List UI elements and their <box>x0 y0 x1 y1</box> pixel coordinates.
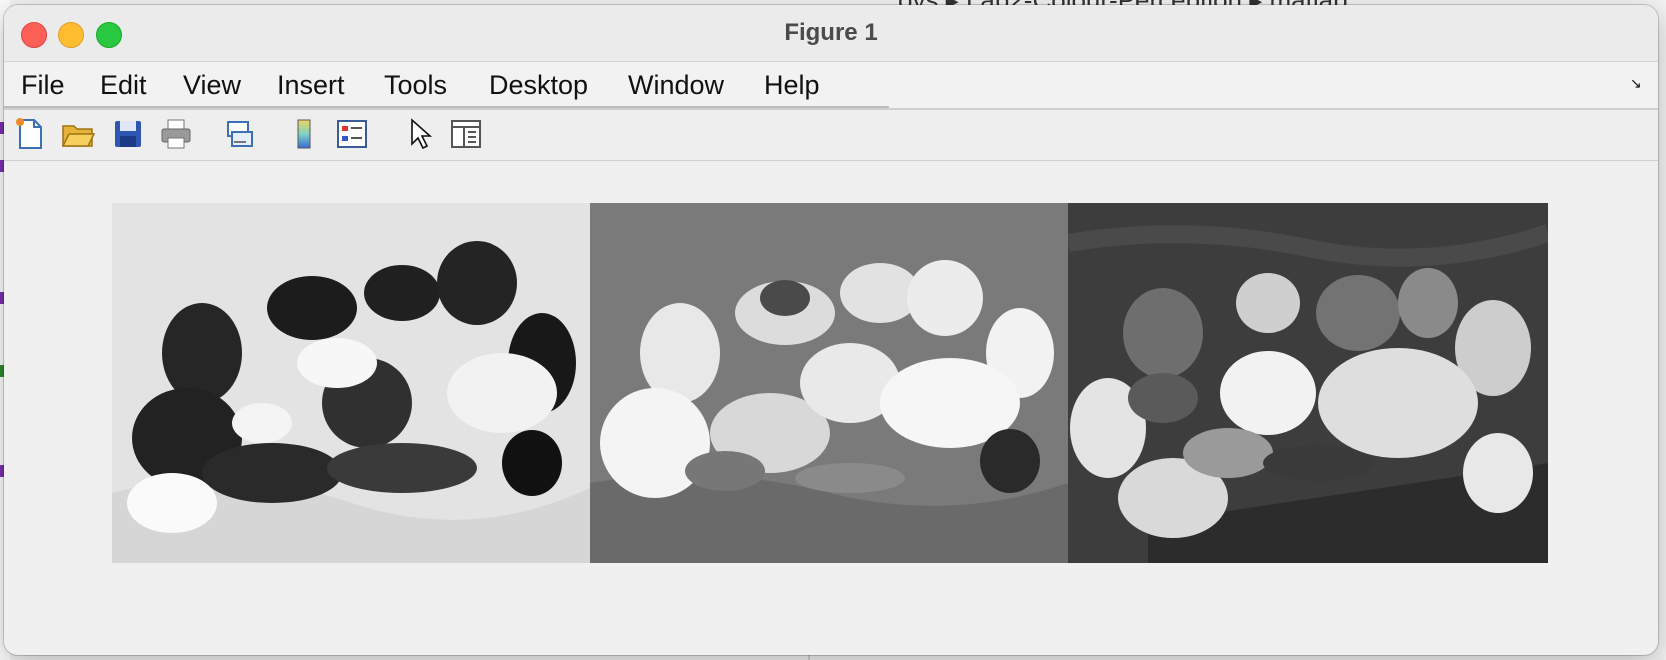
figure-toolbar <box>4 110 1658 161</box>
edit-plot-cursor-icon[interactable] <box>402 116 438 152</box>
menu-desktop[interactable]: Desktop <box>489 70 588 101</box>
hue-channel-image[interactable] <box>112 203 590 563</box>
figure-window: Figure 1 File Edit View Insert Tools Des… <box>4 5 1658 655</box>
title-bar[interactable]: Figure 1 <box>4 5 1658 62</box>
menu-edit[interactable]: Edit <box>100 70 147 101</box>
menu-view[interactable]: View <box>183 70 241 101</box>
print-icon[interactable] <box>158 116 194 152</box>
legend-icon[interactable] <box>334 116 370 152</box>
open-file-icon[interactable] <box>60 116 96 152</box>
menu-window[interactable]: Window <box>628 70 724 101</box>
saturation-channel-image[interactable] <box>590 203 1068 563</box>
dock-figure-icon[interactable]: ↘ <box>1630 76 1646 90</box>
property-inspector-icon[interactable] <box>448 116 484 152</box>
menu-tools[interactable]: Tools <box>384 70 447 101</box>
value-channel-image[interactable] <box>1068 203 1548 563</box>
window-title: Figure 1 <box>784 19 878 46</box>
figure-canvas[interactable] <box>4 161 1658 655</box>
menu-insert[interactable]: Insert <box>277 70 345 101</box>
menu-bar: File Edit View Insert Tools Desktop Wind… <box>4 62 1658 110</box>
link-plot-icon[interactable] <box>222 116 258 152</box>
colorbar-icon[interactable] <box>286 116 322 152</box>
new-figure-icon[interactable] <box>12 116 48 152</box>
menu-help[interactable]: Help <box>764 70 820 101</box>
menu-file[interactable]: File <box>21 70 65 101</box>
menu-divider <box>4 106 889 108</box>
save-icon[interactable] <box>110 116 146 152</box>
